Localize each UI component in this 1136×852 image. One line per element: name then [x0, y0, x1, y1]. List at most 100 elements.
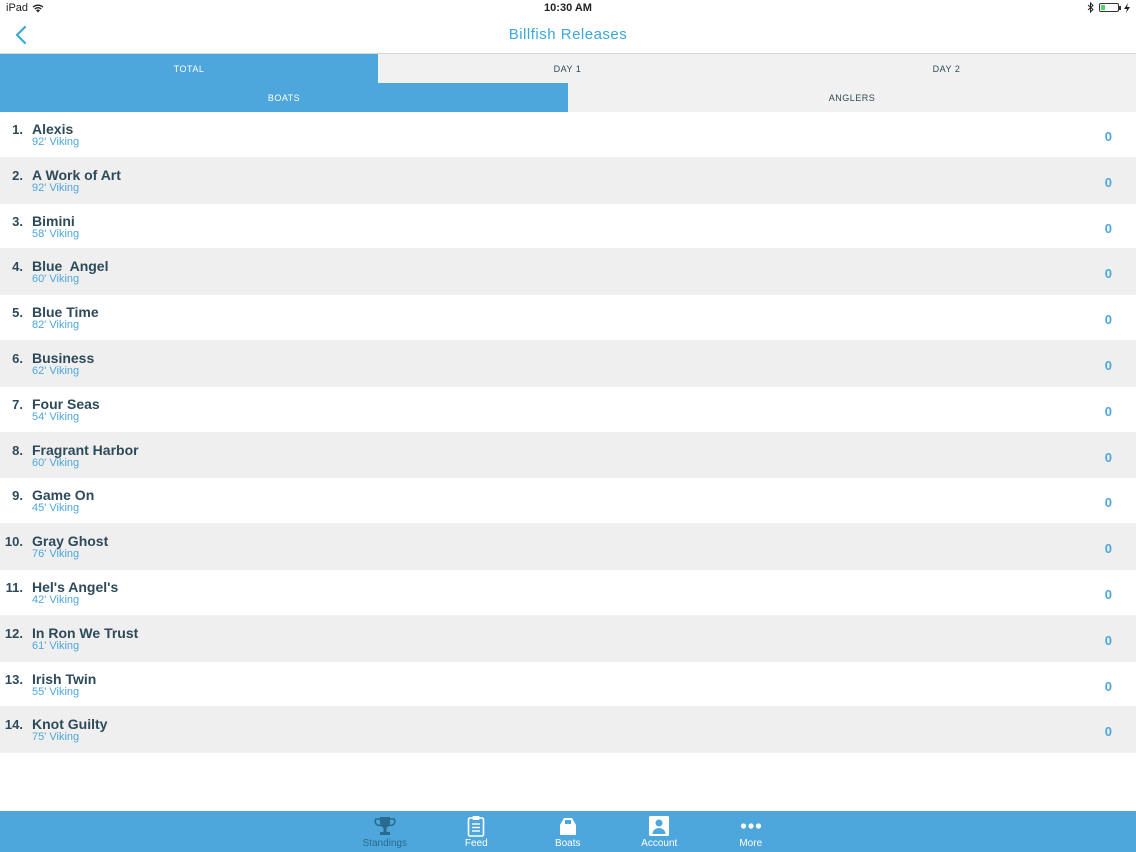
release-count: 0	[1104, 266, 1112, 282]
boat-name: Blue Time	[32, 304, 99, 321]
status-bar: iPad 10:30 AM	[0, 0, 1136, 16]
tab-more[interactable]: More	[705, 811, 797, 852]
row-rank: 7.	[12, 396, 23, 412]
tab-boats-nav-label: Boats	[554, 838, 581, 849]
table-row[interactable]: 9. Game On 45' Viking 0	[0, 478, 1136, 525]
table-row[interactable]: 6. Business 62' Viking 0	[0, 340, 1136, 387]
release-count: 0	[1104, 678, 1112, 694]
boat-name: In Ron We Trust	[32, 624, 139, 641]
row-rank: 3.	[12, 213, 23, 229]
table-row[interactable]: 4. Blue Angel 60' Viking 0	[0, 249, 1136, 296]
page-title: Billfish Releases	[508, 26, 628, 43]
boat-name: Blue Angel	[32, 258, 109, 275]
row-rank: 1.	[12, 122, 23, 137]
boat-model: 61' Viking	[32, 639, 80, 652]
table-row[interactable]: 12. In Ron We Trust 61' Viking 0	[0, 615, 1136, 662]
release-count: 0	[1104, 174, 1112, 190]
boat-model: 62' Viking	[32, 364, 80, 377]
boat-model: 55' Viking	[32, 685, 80, 698]
boat-name: Gray Ghost	[32, 533, 109, 550]
person-icon	[649, 816, 670, 836]
tab-standings-label: Standings	[362, 838, 407, 849]
tab-account[interactable]: Account	[614, 811, 706, 852]
release-count: 0	[1104, 129, 1112, 144]
boat-model: 92' Viking	[32, 181, 80, 194]
tab-boats-label: BOATS	[267, 92, 301, 103]
table-row[interactable]: 2. A Work of Art 92' Viking 0	[0, 157, 1136, 204]
tab-account-label: Account	[641, 838, 678, 849]
boat-name: Knot Guilty	[32, 716, 108, 733]
table-row[interactable]: 3. Bimini 58' Viking 0	[0, 204, 1136, 250]
row-rank: 12.	[4, 625, 23, 641]
table-row[interactable]: 10. Gray Ghost 76' Viking 0	[0, 524, 1136, 570]
standings-list: 1. Alexis 92' Viking 0 2. A Work of Art 92' V…	[0, 112, 1136, 754]
charging-icon	[1124, 2, 1130, 13]
status-time: 10:30 AM	[544, 2, 592, 14]
bluetooth-icon	[1087, 2, 1094, 13]
table-row[interactable]: 14. Knot Guilty 75' Viking 0	[0, 707, 1136, 754]
release-count: 0	[1104, 403, 1112, 419]
tab-total[interactable]: TOTAL	[0, 54, 378, 83]
boat-name: Bimini	[32, 212, 75, 229]
boat-name: Hel's Angel's	[32, 578, 119, 595]
row-rank: 14.	[4, 717, 23, 733]
tab-day-2[interactable]: DAY 2	[757, 54, 1136, 83]
row-rank: 6.	[12, 350, 23, 366]
day-tabs: TOTAL DAY 1 DAY 2	[0, 54, 1136, 83]
battery-icon	[1099, 3, 1121, 12]
release-count: 0	[1104, 586, 1112, 602]
row-rank: 2.	[12, 167, 23, 183]
table-row[interactable]: 13. Irish Twin 55' Viking 0	[0, 662, 1136, 708]
boat-model: 60' Viking	[32, 456, 80, 469]
tab-anglers[interactable]: ANGLERS	[568, 83, 1136, 112]
tab-standings[interactable]: Standings	[339, 811, 431, 852]
release-count: 0	[1104, 632, 1112, 648]
tab-boats[interactable]: BOATS	[0, 83, 568, 112]
tab-day-1[interactable]: DAY 1	[378, 54, 757, 83]
nav-bar: Billfish Releases	[0, 16, 1136, 54]
table-row[interactable]: 11. Hel's Angel's 42' Viking 0	[0, 570, 1136, 616]
row-rank: 8.	[12, 442, 23, 458]
tab-feed-label: Feed	[464, 838, 488, 849]
boat-model: 60' Viking	[32, 273, 80, 286]
boat-model: 92' Viking	[32, 136, 80, 148]
table-row[interactable]: 8. Fragrant Harbor 60' Viking 0	[0, 432, 1136, 479]
boat-model: 75' Viking	[32, 731, 80, 744]
release-count: 0	[1104, 495, 1112, 511]
clipboard-icon	[467, 816, 485, 837]
boat-name: Alexis	[32, 121, 74, 137]
tab-day-2-label: DAY 2	[932, 63, 961, 74]
table-row[interactable]: 5. Blue Time 82' Viking 0	[0, 295, 1136, 341]
table-row[interactable]: 1. Alexis 92' Viking 0	[0, 112, 1136, 158]
boat-model: 42' Viking	[32, 593, 80, 606]
trophy-icon	[374, 817, 396, 835]
boat-name: Business	[32, 349, 95, 366]
release-count: 0	[1104, 724, 1112, 740]
release-count: 0	[1104, 541, 1112, 557]
boat-name: A Work of Art	[32, 166, 121, 183]
row-rank: 5.	[12, 305, 23, 321]
release-count: 0	[1104, 357, 1112, 373]
boat-name: Four Seas	[32, 395, 100, 412]
tab-anglers-label: ANGLERS	[828, 92, 876, 103]
row-rank: 13.	[4, 671, 23, 687]
tab-total-label: TOTAL	[173, 63, 205, 74]
release-count: 0	[1104, 220, 1112, 236]
boat-icon	[559, 818, 576, 835]
table-row[interactable]: 7. Four Seas 54' Viking 0	[0, 387, 1136, 433]
boat-model: 76' Viking	[32, 548, 80, 561]
boat-name: Game On	[32, 487, 95, 504]
tab-boats-nav[interactable]: Boats	[522, 811, 614, 852]
row-rank: 9.	[12, 488, 23, 504]
boat-name: Irish Twin	[32, 670, 97, 687]
boat-model: 82' Viking	[32, 319, 80, 332]
row-rank: 10.	[4, 534, 23, 550]
boat-model: 54' Viking	[32, 410, 80, 423]
tab-more-label: More	[739, 838, 763, 849]
boat-model: 58' Viking	[32, 227, 80, 240]
boat-model: 45' Viking	[32, 502, 80, 515]
release-count: 0	[1104, 312, 1112, 328]
tab-feed[interactable]: Feed	[431, 811, 523, 852]
boat-name: Fragrant Harbor	[32, 441, 139, 458]
more-dots-icon	[740, 823, 761, 829]
